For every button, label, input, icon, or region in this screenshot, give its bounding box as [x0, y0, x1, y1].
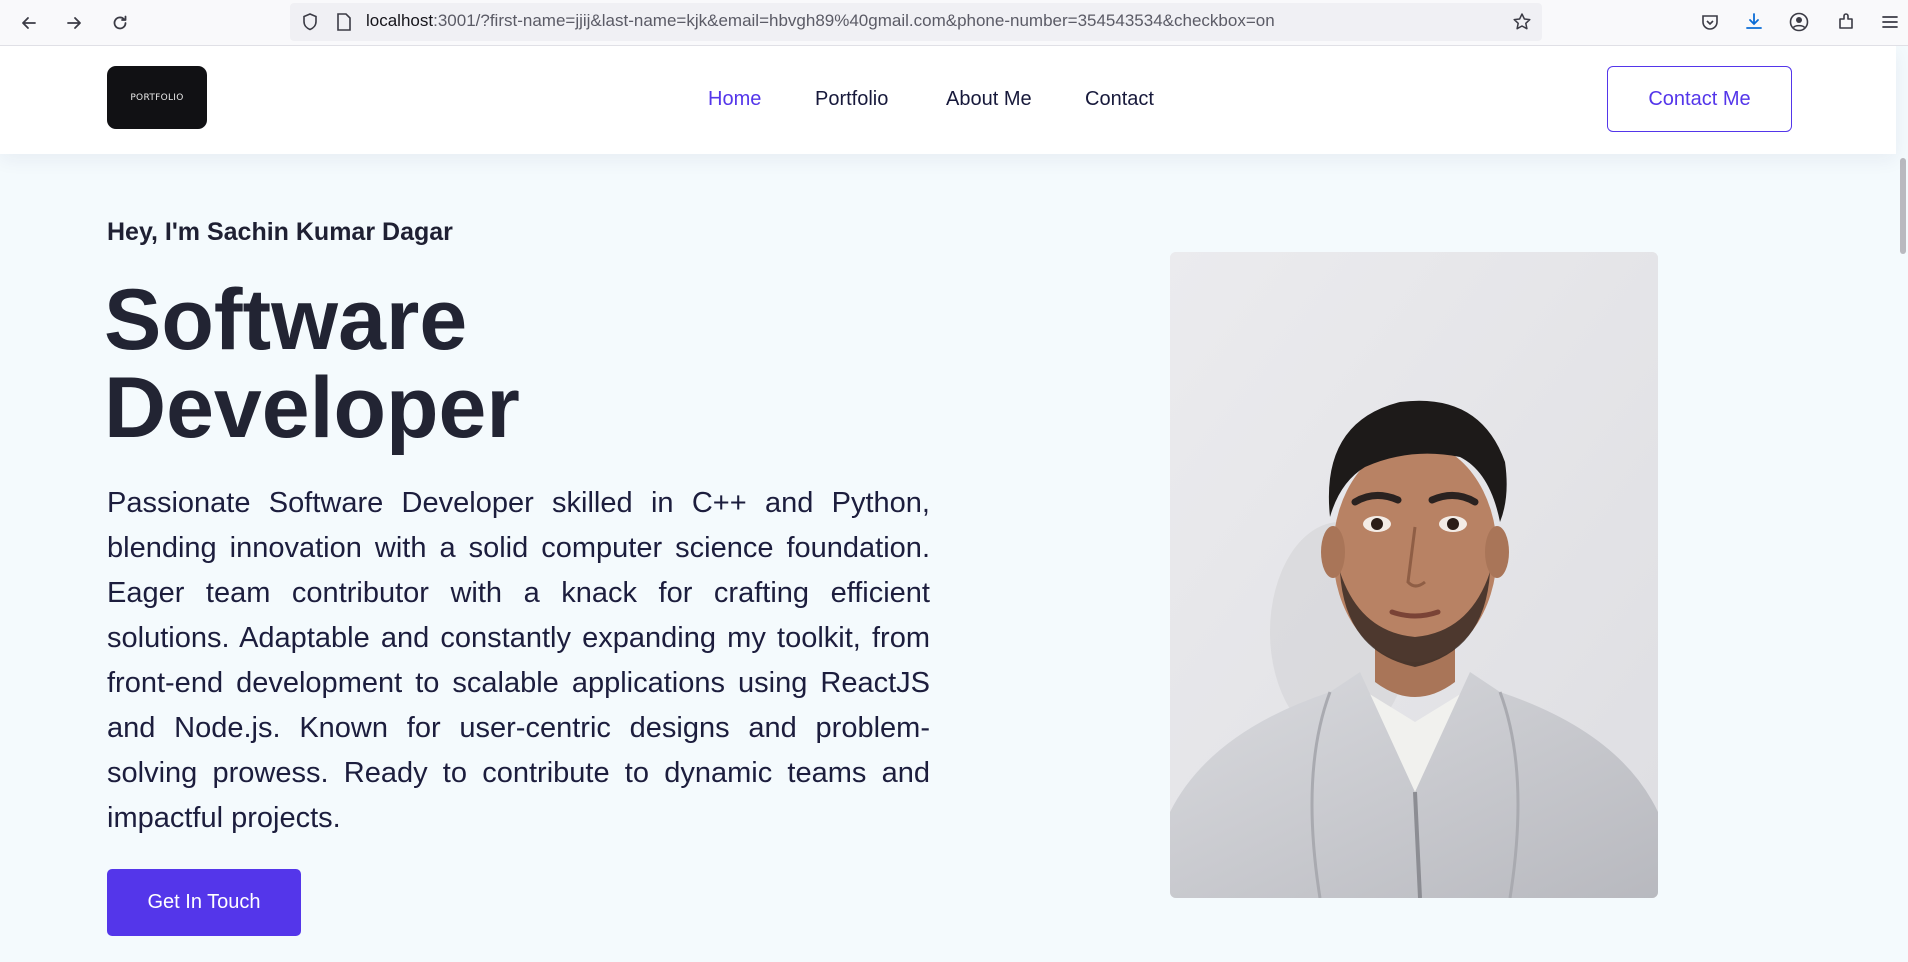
- page-info-icon[interactable]: [330, 8, 358, 36]
- logo-text: PORTFOLIO: [130, 92, 184, 103]
- site-header: PORTFOLIO Home Portfolio About Me Contac…: [0, 46, 1896, 154]
- url-host: localhost: [366, 11, 434, 30]
- hero-title-line2: Developer: [104, 360, 520, 456]
- url-text[interactable]: localhost:3001/?first-name=jjij&last-nam…: [366, 11, 1275, 31]
- download-icon[interactable]: [1740, 8, 1768, 36]
- shield-icon[interactable]: [296, 8, 324, 36]
- contact-me-button[interactable]: Contact Me: [1607, 66, 1792, 132]
- nav-home[interactable]: Home: [708, 88, 761, 111]
- profile-photo: [1170, 252, 1658, 898]
- nav-about-me[interactable]: About Me: [946, 88, 1032, 111]
- hero-bio: Passionate Software Developer skilled in…: [107, 487, 930, 834]
- browser-toolbar: localhost:3001/?first-name=jjij&last-nam…: [0, 0, 1908, 46]
- account-icon[interactable]: [1785, 8, 1813, 36]
- url-path: :3001/?first-name=jjij&last-name=kjk&ema…: [433, 11, 1275, 30]
- logo[interactable]: PORTFOLIO: [107, 66, 207, 129]
- bookmark-star-icon[interactable]: [1508, 8, 1536, 36]
- extensions-icon[interactable]: [1832, 8, 1860, 36]
- get-in-touch-button[interactable]: Get In Touch: [107, 869, 301, 936]
- back-icon[interactable]: [14, 8, 44, 38]
- page-scrollbar[interactable]: [1896, 46, 1908, 962]
- hero-title: Software Developer: [104, 276, 520, 452]
- page-viewport: PORTFOLIO Home Portfolio About Me Contac…: [0, 46, 1908, 962]
- scrollbar-thumb[interactable]: [1900, 158, 1906, 254]
- pocket-icon[interactable]: [1696, 8, 1724, 36]
- hero-title-line1: Software: [104, 272, 468, 368]
- reload-icon[interactable]: [105, 8, 135, 38]
- nav-contact[interactable]: Contact: [1085, 88, 1154, 111]
- nav-portfolio[interactable]: Portfolio: [815, 88, 888, 111]
- hero-greeting: Hey, I'm Sachin Kumar Dagar: [107, 218, 453, 246]
- menu-icon[interactable]: [1876, 8, 1904, 36]
- forward-icon[interactable]: [59, 8, 89, 38]
